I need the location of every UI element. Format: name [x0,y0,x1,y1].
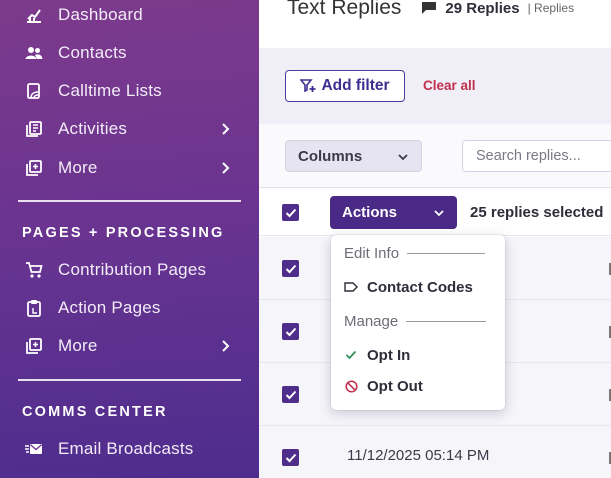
columns-dropdown[interactable]: Columns [285,140,422,172]
sidebar-item-email-broadcasts[interactable]: Email Broadcasts [22,435,242,463]
more-icon [22,156,46,180]
menu-item-label: Opt In [367,346,411,364]
page-header: Text Replies 29 Replies | Replies [287,0,574,22]
check-icon [285,264,296,273]
row-checkbox[interactable] [282,323,299,340]
row-checkbox[interactable] [282,386,299,403]
check-icon [285,453,296,462]
sidebar-item-label: More [58,336,98,355]
sidebar-item-more-pages[interactable]: More [22,332,242,360]
filter-bar: Add filter Clear all [259,48,611,124]
page-title: Text Replies [287,0,402,19]
sidebar-item-calltime-lists[interactable]: Calltime Lists [22,77,242,105]
sidebar-item-label: More [58,158,98,177]
menu-item-label: Contact Codes [367,278,473,296]
chevron-down-icon [434,210,444,217]
clear-all-link[interactable]: Clear all [423,78,476,93]
menu-group-label: Edit Info [344,245,400,262]
row-checkbox[interactable] [282,260,299,277]
activities-icon [22,117,46,141]
actions-label: Actions [342,204,398,221]
select-all-checkbox[interactable] [282,204,299,221]
sidebar-item-contacts[interactable]: Contacts [22,39,242,67]
section-heading-pages: PAGES + PROCESSING [22,225,225,241]
menu-group-rule [406,320,487,323]
reply-count-sub: | Replies [527,1,575,15]
chevron-right-icon [222,162,230,174]
actions-button[interactable]: Actions [330,196,457,229]
sidebar-item-dashboard[interactable]: Dashboard [22,1,242,29]
section-heading-comms: COMMS CENTER [22,404,168,420]
sidebar-item-contribution-pages[interactable]: Contribution Pages [22,256,242,284]
check-icon [285,208,296,217]
sidebar-item-label: Contacts [58,43,127,62]
menu-group-rule [407,252,486,255]
sidebar-item-activities[interactable]: Activities [22,115,242,143]
menu-item-label: Opt Out [367,377,423,395]
ban-icon [344,379,358,393]
table-toolbar: Columns [259,124,611,188]
add-filter-button[interactable]: Add filter [285,70,405,102]
sidebar-item-label: Email Broadcasts [58,439,194,458]
check-icon [285,390,296,399]
more-icon [22,334,46,358]
tag-icon [344,280,358,294]
clipboard-icon [22,296,46,320]
menu-group-label: Manage [344,313,399,330]
reply-date: 11/12/2025 05:14 PM [347,447,490,464]
actions-menu: Edit Info Contact Codes Manage Opt In Op… [331,235,505,410]
check-icon [344,348,358,362]
chevron-right-icon [222,123,230,135]
contacts-icon [22,41,46,65]
add-filter-label: Add filter [321,77,390,94]
menu-item-opt-in[interactable]: Opt In [344,344,494,366]
sidebar-item-label: Calltime Lists [58,81,162,100]
menu-group-edit-info: Edit Info [344,245,486,262]
chevron-right-icon [222,340,230,352]
table-header-row: Actions 25 replies selected [259,188,611,236]
menu-item-contact-codes[interactable]: Contact Codes [344,276,494,298]
chat-icon [422,2,437,14]
sidebar-divider [18,379,241,381]
chevron-down-icon [398,154,408,161]
sidebar-item-label: Contribution Pages [58,260,207,279]
sidebar-item-more[interactable]: More [22,154,242,182]
sidebar-item-label: Activities [58,119,128,138]
row-checkbox[interactable] [282,449,299,466]
check-icon [285,327,296,336]
search-input[interactable] [462,140,611,172]
calltime-icon [22,79,46,103]
email-icon [22,437,46,461]
sidebar-divider [18,200,241,202]
table-row[interactable]: 11/12/2025 05:14 PM [259,426,611,478]
sidebar-item-label: Action Pages [58,298,161,317]
sidebar-item-action-pages[interactable]: Action Pages [22,294,242,322]
menu-group-manage: Manage [344,313,487,330]
selection-count: 25 replies selected [470,204,604,221]
reply-count: 29 Replies | Replies [421,0,574,17]
reply-count-text: 29 Replies [445,0,520,17]
sidebar: Dashboard Contacts Calltime Lists Activi… [0,0,259,478]
menu-item-opt-out[interactable]: Opt Out [344,375,494,397]
sidebar-item-label: Dashboard [58,5,143,24]
cart-icon [22,258,46,282]
filter-add-icon [300,79,316,93]
dashboard-icon [22,3,46,27]
columns-label: Columns [298,147,363,165]
